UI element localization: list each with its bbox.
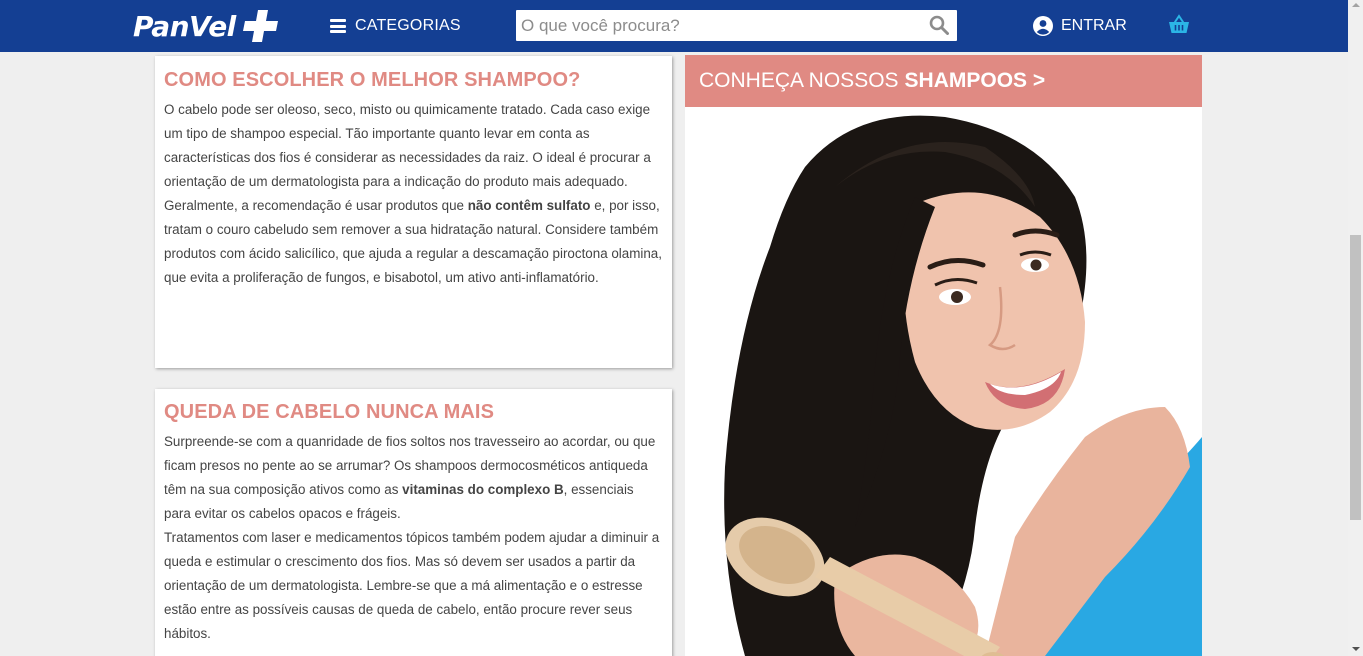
banner-link[interactable]: CONHEÇA NOSSOS SHAMPOOS >: [685, 55, 1202, 107]
panvel-logo[interactable]: PanVel: [133, 8, 278, 44]
scroll-down-arrow-icon[interactable]: [1352, 647, 1360, 651]
shampoos-banner[interactable]: CONHEÇA NOSSOS SHAMPOOS >: [685, 55, 1202, 656]
banner-bold: SHAMPOOS >: [904, 69, 1046, 92]
login-label: ENTRAR: [1061, 17, 1127, 34]
card-text: O cabelo pode ser oleoso, seco, misto ou…: [164, 98, 662, 290]
categories-label: CATEGORIAS: [355, 17, 461, 34]
scroll-up-arrow-icon[interactable]: [1352, 3, 1360, 7]
card-text-bold: vitaminas do complexo B: [402, 482, 564, 497]
article-card-shampoo-choice: COMO ESCOLHER O MELHOR SHAMPOO? O cabelo…: [155, 56, 672, 368]
login-button[interactable]: ENTRAR: [1033, 14, 1127, 38]
scrollbar-thumb[interactable]: [1350, 235, 1361, 520]
search-box: [516, 10, 957, 41]
search-icon[interactable]: [929, 15, 949, 35]
card-text: Tratamentos com laser e medicamentos tóp…: [164, 530, 660, 641]
banner-prefix: CONHEÇA NOSSOS: [699, 69, 899, 92]
top-header: PanVel CATEGORIAS ENTRAR: [0, 0, 1348, 52]
search-input[interactable]: [516, 10, 916, 41]
card-title: COMO ESCOLHER O MELHOR SHAMPOO?: [164, 69, 581, 91]
categories-menu-button[interactable]: CATEGORIAS: [330, 14, 461, 38]
page-scrollbar[interactable]: [1348, 0, 1363, 656]
user-icon: [1033, 16, 1053, 36]
card-title: QUEDA DE CABELO NUNCA MAIS: [164, 401, 495, 423]
logo-text: PanVel: [133, 9, 236, 43]
plus-cross-icon: [242, 8, 278, 44]
article-card-hair-loss: QUEDA DE CABELO NUNCA MAIS Surpreende-se…: [155, 389, 672, 656]
card-text-bold: não contêm sulfato: [467, 198, 591, 213]
menu-icon: [330, 19, 346, 33]
card-text: Surpreende-se com a quanridade de fios s…: [164, 430, 662, 526]
card-text-part: O cabelo pode ser oleoso, seco, misto ou…: [164, 102, 651, 213]
woman-brushing-hair-image: [685, 107, 1202, 656]
basket-icon[interactable]: [1168, 14, 1190, 36]
